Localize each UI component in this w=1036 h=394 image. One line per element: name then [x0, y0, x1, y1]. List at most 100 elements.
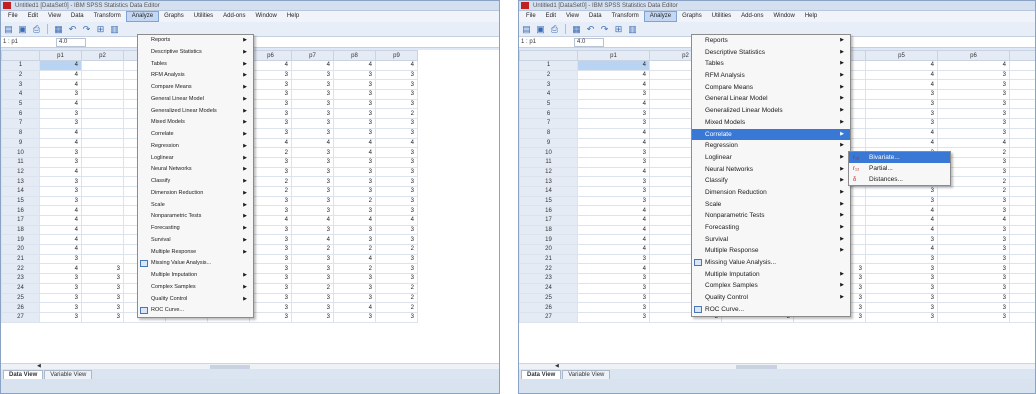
- menu-item-missing-value-analysis[interactable]: Missing Value Analysis...: [138, 258, 253, 270]
- menu-item-loglinear[interactable]: Loglinear ▶: [692, 152, 850, 164]
- row-number[interactable]: 17: [1, 215, 40, 226]
- data-cell[interactable]: 4: [291, 234, 334, 246]
- print-icon[interactable]: ⎙: [31, 24, 42, 35]
- menu-item-nonparametric-tests[interactable]: Nonparametric Tests ▶: [692, 210, 850, 222]
- data-cell[interactable]: 3: [865, 234, 938, 246]
- data-cell[interactable]: 3: [937, 195, 1010, 207]
- data-cell[interactable]: 3: [375, 195, 418, 207]
- row-number[interactable]: 27: [519, 311, 578, 323]
- data-cell[interactable]: 4: [577, 60, 650, 71]
- data-cell[interactable]: 3: [937, 273, 1010, 284]
- data-cell[interactable]: 3: [375, 205, 418, 216]
- data-cell[interactable]: 3: [375, 234, 418, 246]
- data-cell[interactable]: [81, 79, 124, 91]
- data-cell[interactable]: 3: [865, 273, 938, 284]
- row-number[interactable]: 1: [1, 60, 40, 71]
- data-cell[interactable]: 3: [865, 195, 938, 207]
- column-header[interactable]: p1: [577, 50, 650, 61]
- column-header[interactable]: p9: [375, 50, 418, 61]
- data-cell[interactable]: 3: [375, 89, 418, 100]
- data-cell[interactable]: 3: [291, 311, 334, 323]
- row-number[interactable]: 25: [1, 292, 40, 304]
- data-cell[interactable]: 3: [333, 292, 376, 304]
- tab-variable-view[interactable]: Variable View: [44, 370, 93, 379]
- data-cell[interactable]: 2: [249, 185, 292, 197]
- data-cell[interactable]: 3: [333, 176, 376, 187]
- menu-item-multiple-imputation[interactable]: Multiple Imputation ▶: [138, 270, 253, 282]
- data-cell[interactable]: 4: [39, 69, 82, 81]
- data-cell[interactable]: 4: [1009, 137, 1035, 149]
- data-cell[interactable]: 3: [375, 311, 418, 323]
- menu-item-multiple-response[interactable]: Multiple Response ▶: [138, 247, 253, 259]
- menu-addons[interactable]: Add-ons: [218, 11, 250, 22]
- data-cell[interactable]: 3: [577, 253, 650, 265]
- menu-item-roc-curve[interactable]: ROC Curve...: [138, 305, 253, 317]
- menu-edit[interactable]: Edit: [541, 11, 561, 22]
- data-cell[interactable]: 2: [249, 147, 292, 158]
- data-cell[interactable]: 3: [39, 273, 82, 284]
- data-cell[interactable]: 2: [375, 302, 418, 313]
- data-cell[interactable]: 4: [577, 69, 650, 81]
- data-cell[interactable]: 3: [1009, 263, 1035, 275]
- menu-file[interactable]: File: [521, 11, 541, 22]
- row-number[interactable]: 11: [1, 156, 40, 168]
- row-number[interactable]: 14: [1, 185, 40, 197]
- data-cell[interactable]: 4: [865, 79, 938, 91]
- row-number[interactable]: 3: [1, 79, 40, 91]
- dialog-recall-icon[interactable]: ▦: [53, 24, 64, 35]
- data-cell[interactable]: 3: [291, 273, 334, 284]
- menu-graphs[interactable]: Graphs: [159, 11, 189, 22]
- data-cell[interactable]: 4: [865, 205, 938, 216]
- row-number[interactable]: 13: [519, 176, 578, 187]
- menu-utilities[interactable]: Utilities: [189, 11, 218, 22]
- data-cell[interactable]: 3: [249, 79, 292, 91]
- data-cell[interactable]: 3: [375, 185, 418, 197]
- menu-item-reports[interactable]: Reports ▶: [138, 35, 253, 47]
- data-cell[interactable]: 3: [291, 253, 334, 265]
- menu-data[interactable]: Data: [66, 11, 89, 22]
- data-cell[interactable]: 4: [375, 137, 418, 149]
- row-number[interactable]: 21: [519, 253, 578, 265]
- data-cell[interactable]: 4: [39, 137, 82, 149]
- save-icon[interactable]: ▣: [535, 24, 546, 35]
- data-cell[interactable]: 3: [39, 176, 82, 187]
- data-cell[interactable]: 4: [577, 127, 650, 139]
- menu-help[interactable]: Help: [800, 11, 822, 22]
- data-cell[interactable]: 3: [39, 311, 82, 323]
- data-cell[interactable]: [81, 69, 124, 81]
- data-cell[interactable]: 3: [291, 69, 334, 81]
- data-cell[interactable]: 3: [937, 205, 1010, 216]
- data-cell[interactable]: 3: [249, 263, 292, 275]
- menu-item-classify[interactable]: Classify ▶: [138, 176, 253, 188]
- menu-utilities[interactable]: Utilities: [707, 11, 736, 22]
- data-cell[interactable]: 4: [577, 98, 650, 110]
- data-cell[interactable]: 4: [39, 234, 82, 246]
- data-cell[interactable]: 2: [375, 108, 418, 120]
- menu-item-loglinear[interactable]: Loglinear ▶: [138, 153, 253, 165]
- row-number[interactable]: 27: [1, 311, 40, 323]
- goto-case-icon[interactable]: ⊞: [613, 24, 624, 35]
- data-cell[interactable]: 3: [1009, 127, 1035, 139]
- data-cell[interactable]: 3: [375, 79, 418, 91]
- data-cell[interactable]: 3: [333, 69, 376, 81]
- menu-graphs[interactable]: Graphs: [677, 11, 707, 22]
- data-cell[interactable]: 3: [865, 108, 938, 120]
- menu-item-neural-networks[interactable]: Neural Networks ▶: [692, 164, 850, 176]
- row-number[interactable]: 9: [519, 137, 578, 149]
- data-cell[interactable]: 3: [291, 98, 334, 110]
- row-number[interactable]: 15: [1, 195, 40, 207]
- menu-transform[interactable]: Transform: [89, 11, 126, 22]
- data-cell[interactable]: 4: [333, 253, 376, 265]
- data-cell[interactable]: 3: [39, 108, 82, 120]
- row-number[interactable]: 18: [1, 224, 40, 236]
- row-number[interactable]: 22: [519, 263, 578, 275]
- data-cell[interactable]: 2: [291, 244, 334, 255]
- data-cell[interactable]: 3: [1009, 176, 1035, 187]
- data-cell[interactable]: 3: [249, 292, 292, 304]
- row-number[interactable]: 7: [519, 118, 578, 129]
- data-cell[interactable]: 2: [333, 244, 376, 255]
- data-cell[interactable]: 3: [375, 166, 418, 178]
- data-cell[interactable]: 3: [937, 79, 1010, 91]
- data-cell[interactable]: 3: [1009, 224, 1035, 236]
- data-cell[interactable]: 4: [1009, 215, 1035, 226]
